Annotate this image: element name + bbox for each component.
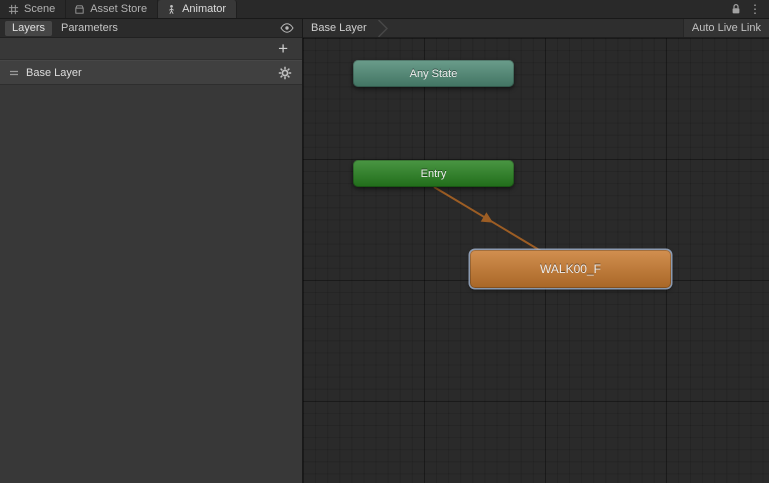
drag-handle-icon[interactable] <box>9 69 19 77</box>
graph-breadcrumb-bar: Base Layer Auto Live Link <box>303 19 769 38</box>
state-machine-canvas[interactable]: Any State Entry WALK00_F <box>303 38 769 483</box>
tabbar-spacer <box>237 0 723 18</box>
layer-list-empty-area[interactable] <box>0 85 302 483</box>
layer-add-row: + <box>0 38 302 60</box>
tab-animator-label: Animator <box>182 3 227 15</box>
kebab-menu-icon[interactable]: ⋮ <box>749 3 761 15</box>
tab-layers[interactable]: Layers <box>5 20 53 36</box>
auto-live-link-button[interactable]: Auto Live Link <box>682 19 769 37</box>
add-layer-button[interactable]: + <box>275 40 291 57</box>
unity-animator-window: Scene Asset Store Animator ⋮ Layers Para… <box>0 0 769 483</box>
layer-row-base-layer[interactable]: Base Layer <box>0 60 302 85</box>
animator-sidebar: Layers Parameters + Base Layer <box>0 19 303 483</box>
tab-parameters[interactable]: Parameters <box>54 21 125 36</box>
state-machine-panel: Base Layer Auto Live Link Any State Entr… <box>303 19 769 483</box>
tab-asset-store[interactable]: Asset Store <box>66 0 159 18</box>
tab-scene[interactable]: Scene <box>0 0 67 18</box>
window-controls: ⋮ <box>723 0 769 18</box>
scene-grid-icon <box>8 4 19 14</box>
breadcrumb-base-layer[interactable]: Base Layer <box>311 22 367 34</box>
tab-animator[interactable]: Animator <box>158 0 238 18</box>
tab-scene-label: Scene <box>24 3 56 15</box>
node-any-state[interactable]: Any State <box>353 60 514 87</box>
eye-toggle[interactable] <box>277 23 297 33</box>
sidebar-header: Layers Parameters <box>0 19 302 38</box>
eye-icon <box>280 23 294 33</box>
tab-asset-store-label: Asset Store <box>90 3 148 15</box>
node-entry[interactable]: Entry <box>353 160 514 187</box>
asset-store-icon <box>75 4 84 14</box>
window-tab-bar: Scene Asset Store Animator ⋮ <box>0 0 769 19</box>
node-entry-label: Entry <box>420 167 447 180</box>
gear-icon <box>278 66 292 79</box>
breadcrumb-chevron-icon <box>377 19 389 37</box>
node-walk00-f-label: WALK00_F <box>540 262 601 276</box>
animator-icon <box>169 4 174 14</box>
lock-icon[interactable] <box>731 3 741 15</box>
animator-content: Layers Parameters + Base Layer Base Laye… <box>0 19 769 483</box>
layer-settings-button[interactable] <box>277 66 293 80</box>
node-walk00-f[interactable]: WALK00_F <box>470 250 671 288</box>
layer-name: Base Layer <box>26 66 82 79</box>
node-any-state-label: Any State <box>409 67 458 80</box>
